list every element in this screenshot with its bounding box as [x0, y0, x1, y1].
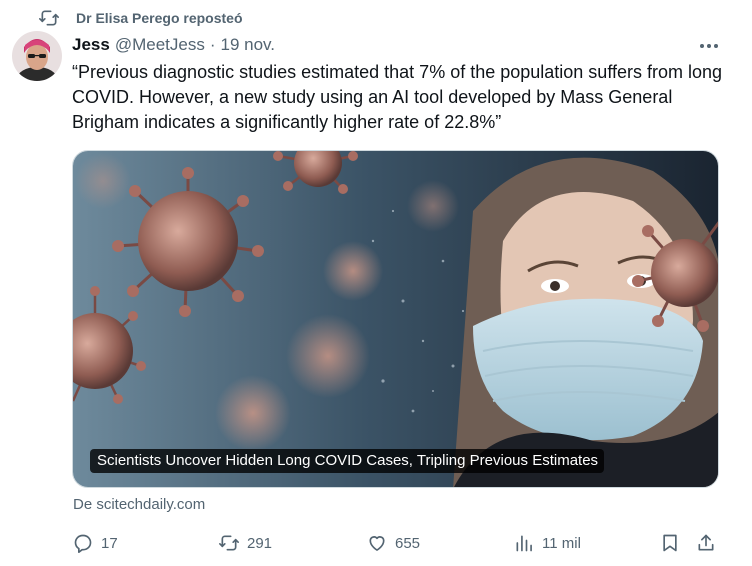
like-count: 655: [395, 534, 421, 552]
repost-icon: [218, 532, 240, 554]
action-bar: 17 291 655 11 mil: [72, 528, 732, 558]
repost-count: 291: [247, 534, 273, 552]
repost-button[interactable]: 291: [218, 528, 272, 558]
tweet-date[interactable]: 19 nov.: [221, 34, 276, 56]
more-options-button[interactable]: [694, 34, 724, 56]
media-caption: Scientists Uncover Hidden Long COVID Cas…: [90, 449, 605, 473]
views-button[interactable]: 11 mil: [513, 528, 581, 558]
tweet-header: Jess @MeetJess · 19 nov.: [72, 34, 275, 56]
separator-dot: ·: [209, 35, 216, 54]
like-icon: [366, 532, 388, 554]
media-image: [73, 151, 718, 487]
bookmark-button[interactable]: [659, 528, 688, 558]
more-icon: [699, 36, 719, 54]
share-icon: [695, 532, 717, 554]
author-name[interactable]: Jess: [72, 34, 110, 56]
share-button[interactable]: [695, 528, 724, 558]
tweet-text: “Previous diagnostic studies estimated t…: [72, 62, 723, 132]
bookmark-icon: [659, 532, 681, 554]
views-count: 11 mil: [542, 534, 581, 552]
avatar[interactable]: [12, 31, 62, 81]
source-link[interactable]: De scitechdaily.com: [73, 496, 205, 513]
tweet-media-card[interactable]: Scientists Uncover Hidden Long COVID Cas…: [72, 150, 719, 488]
reply-button[interactable]: 17: [72, 528, 118, 558]
repost-context[interactable]: Dr Elisa Perego reposteó: [38, 6, 243, 30]
reply-icon: [72, 532, 94, 554]
reply-count: 17: [101, 534, 118, 552]
repost-icon: [38, 7, 60, 29]
views-icon: [513, 532, 535, 554]
repost-label[interactable]: Dr Elisa Perego reposteó: [76, 10, 243, 26]
author-handle[interactable]: @MeetJess: [115, 34, 205, 56]
like-button[interactable]: 655: [366, 528, 420, 558]
